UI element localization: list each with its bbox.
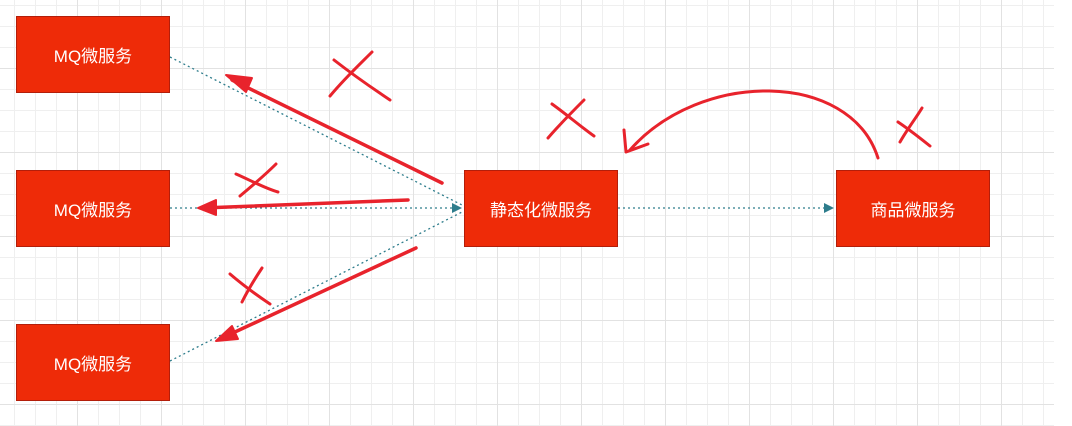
annotation-arrow-product-to-static: [622, 89, 880, 160]
cross-mark-product: [896, 106, 932, 148]
connector-static-to-mq3[interactable]: [169, 211, 463, 362]
mq-service-node-1[interactable]: MQ微服务: [16, 16, 170, 93]
cross-mark-mq2: [234, 162, 280, 198]
static-service-node[interactable]: 静态化微服务: [464, 170, 618, 247]
mq-service-node-3[interactable]: MQ微服务: [16, 324, 170, 401]
cross-mark-mq1: [328, 50, 392, 102]
cross-mark-mq3: [228, 266, 272, 306]
product-service-node[interactable]: 商品微服务: [836, 170, 990, 247]
cross-mark-static: [546, 98, 596, 140]
mq-service-node-2[interactable]: MQ微服务: [16, 170, 170, 247]
connector-static-to-mq1[interactable]: [169, 56, 463, 206]
